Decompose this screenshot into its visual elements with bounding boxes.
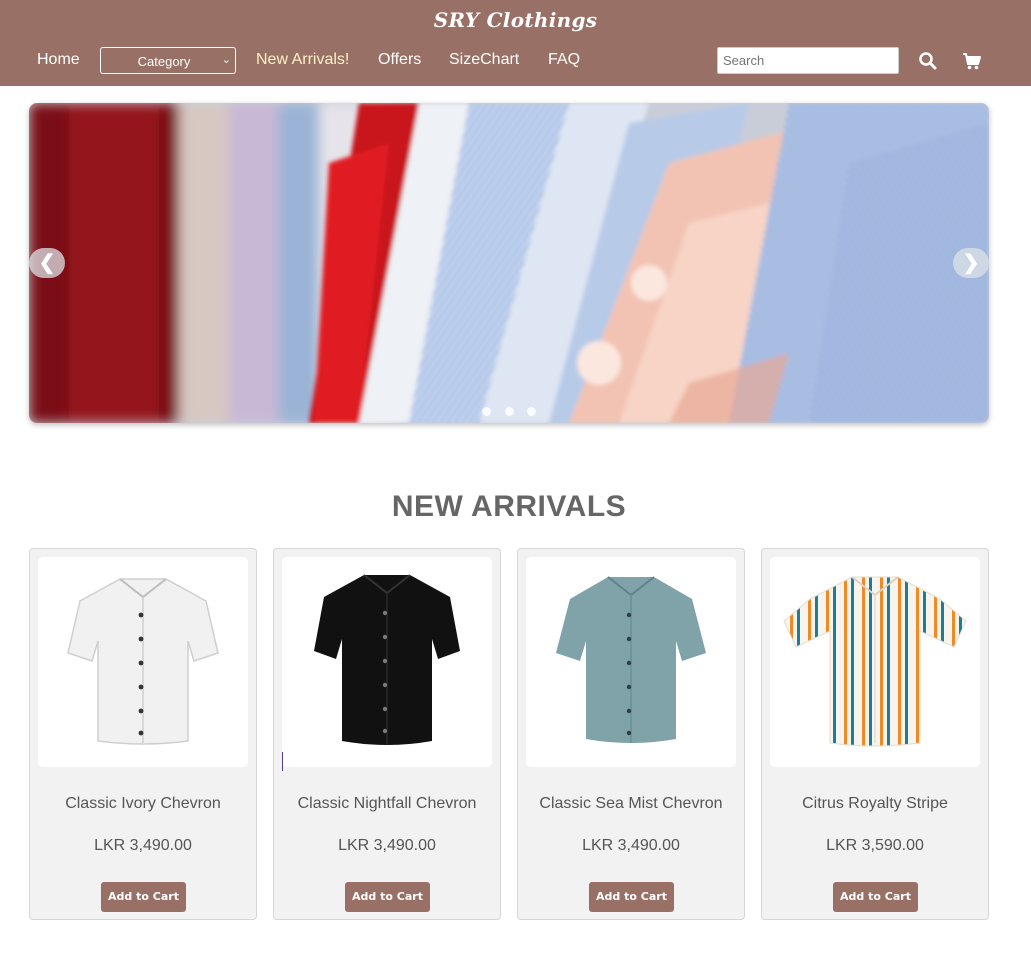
category-select-label: Category	[137, 54, 191, 69]
cart-icon[interactable]	[961, 50, 983, 72]
product-price: LKR 3,490.00	[94, 837, 192, 854]
text-cursor	[282, 752, 283, 771]
add-to-cart-button[interactable]: Add to Cart	[589, 882, 674, 912]
chevron-left-icon: ❮	[38, 252, 56, 274]
product-image[interactable]	[770, 557, 980, 767]
carousel-prev-button[interactable]: ❮	[29, 248, 65, 278]
product-price: LKR 3,590.00	[826, 837, 924, 854]
carousel-next-button[interactable]: ❯	[953, 248, 989, 278]
search-input[interactable]	[717, 47, 899, 74]
product-image[interactable]	[526, 557, 736, 767]
category-select[interactable]: Category ⌄	[100, 47, 236, 74]
hero-carousel: ❮ ❯	[29, 103, 989, 423]
site-header: SRY Clothings Home Category ⌄ New Arriva…	[0, 0, 1031, 86]
product-name[interactable]: Citrus Royalty Stripe	[762, 795, 988, 813]
nav-faq[interactable]: FAQ	[548, 51, 580, 69]
carousel-dot-3[interactable]	[527, 407, 536, 416]
hero-slide-image	[29, 103, 989, 423]
nav-new-arrivals[interactable]: New Arrivals!	[256, 51, 349, 69]
nav-sizechart[interactable]: SizeChart	[449, 51, 519, 69]
product-card: Citrus Royalty Stripe LKR 3,590.00 Add t…	[761, 548, 989, 920]
product-name[interactable]: Classic Ivory Chevron	[30, 795, 256, 813]
product-price: LKR 3,490.00	[338, 837, 436, 854]
product-card: Classic Sea Mist Chevron LKR 3,490.00 Ad…	[517, 548, 745, 920]
nav-home[interactable]: Home	[37, 51, 80, 69]
product-name[interactable]: Classic Sea Mist Chevron	[518, 795, 744, 813]
add-to-cart-button[interactable]: Add to Cart	[101, 882, 186, 912]
product-card: Classic Ivory Chevron LKR 3,490.00 Add t…	[29, 548, 257, 920]
carousel-dot-1[interactable]	[482, 407, 491, 416]
product-price: LKR 3,490.00	[582, 837, 680, 854]
chevron-right-icon: ❯	[962, 252, 980, 274]
nav-offers[interactable]: Offers	[378, 51, 421, 69]
carousel-dot-2[interactable]	[505, 407, 514, 416]
product-image[interactable]	[38, 557, 248, 767]
product-image[interactable]	[282, 557, 492, 767]
section-title: NEW ARRIVALS	[391, 490, 627, 523]
product-card: Classic Nightfall Chevron LKR 3,490.00 A…	[273, 548, 501, 920]
chevron-down-icon: ⌄	[221, 54, 231, 66]
add-to-cart-button[interactable]: Add to Cart	[345, 882, 430, 912]
add-to-cart-button[interactable]: Add to Cart	[833, 882, 918, 912]
search-icon[interactable]	[917, 50, 939, 72]
product-name[interactable]: Classic Nightfall Chevron	[274, 795, 500, 813]
brand-logo[interactable]: SRY Clothings	[0, 8, 1031, 32]
